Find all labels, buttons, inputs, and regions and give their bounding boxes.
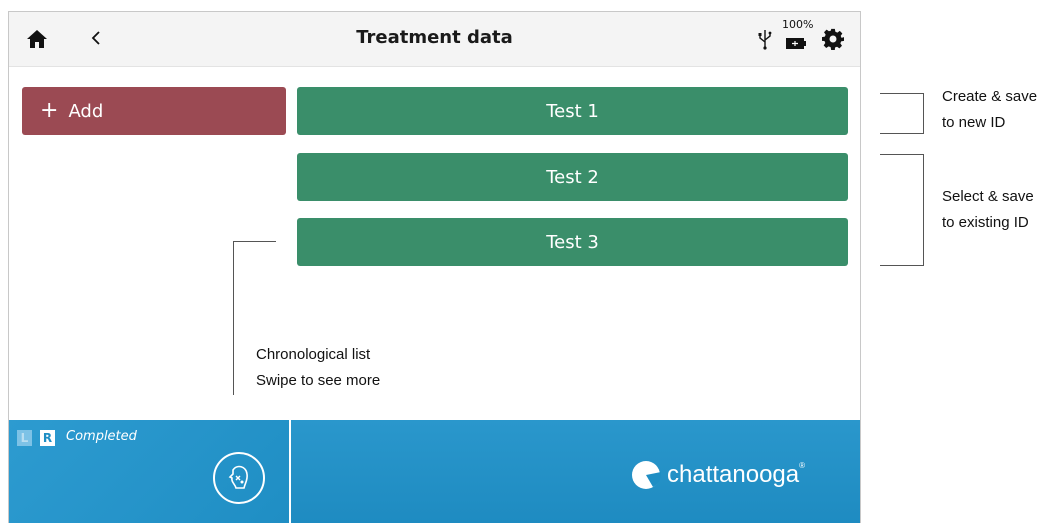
test-item-2[interactable]: Test 2 — [297, 153, 848, 201]
callout-line — [923, 154, 924, 266]
test-item-label: Test 3 — [546, 231, 599, 253]
annotation-select: Select & save to existing ID — [942, 188, 1034, 231]
brand-name: chattanooga® — [667, 461, 806, 488]
test-item-3[interactable]: Test 3 — [297, 218, 848, 266]
callout-line — [880, 93, 924, 94]
callout-line — [233, 241, 276, 242]
home-icon[interactable] — [25, 27, 49, 51]
test-item-label: Test 1 — [546, 100, 599, 122]
plus-icon: + — [40, 98, 59, 123]
back-icon[interactable] — [85, 26, 109, 50]
settings-icon[interactable] — [822, 28, 844, 50]
device-screen: Treatment data 100% + Add Test 1 Test 2 … — [8, 11, 861, 523]
side-right-badge[interactable]: R — [40, 430, 55, 446]
annotation-list: Chronological list Swipe to see more — [256, 346, 381, 389]
brand-logo: chattanooga® — [631, 460, 805, 490]
page-title: Treatment data — [356, 27, 513, 48]
brand-logo-icon — [632, 461, 661, 489]
battery-percent: 100% — [782, 18, 814, 31]
top-bar: Treatment data 100% — [9, 12, 860, 67]
battery-icon — [786, 38, 806, 49]
head-treatment-icon[interactable] — [211, 450, 267, 506]
callout-line — [233, 241, 234, 395]
usb-icon — [758, 30, 772, 50]
status-text: Completed — [66, 429, 137, 444]
footer-bar: L R Completed chattanooga® — [9, 420, 860, 523]
callout-line — [923, 93, 924, 134]
callout-line — [880, 133, 924, 134]
add-button[interactable]: + Add — [22, 87, 286, 135]
annotation-create: Create & save to new ID — [942, 88, 1038, 131]
add-button-label: Add — [68, 100, 104, 122]
treatment-status-panel[interactable]: L R Completed — [9, 420, 291, 523]
callout-line — [880, 154, 924, 155]
test-item-label: Test 2 — [546, 166, 599, 188]
test-item-1[interactable]: Test 1 — [297, 87, 848, 135]
callout-line — [880, 265, 924, 266]
side-left-badge[interactable]: L — [17, 430, 32, 446]
